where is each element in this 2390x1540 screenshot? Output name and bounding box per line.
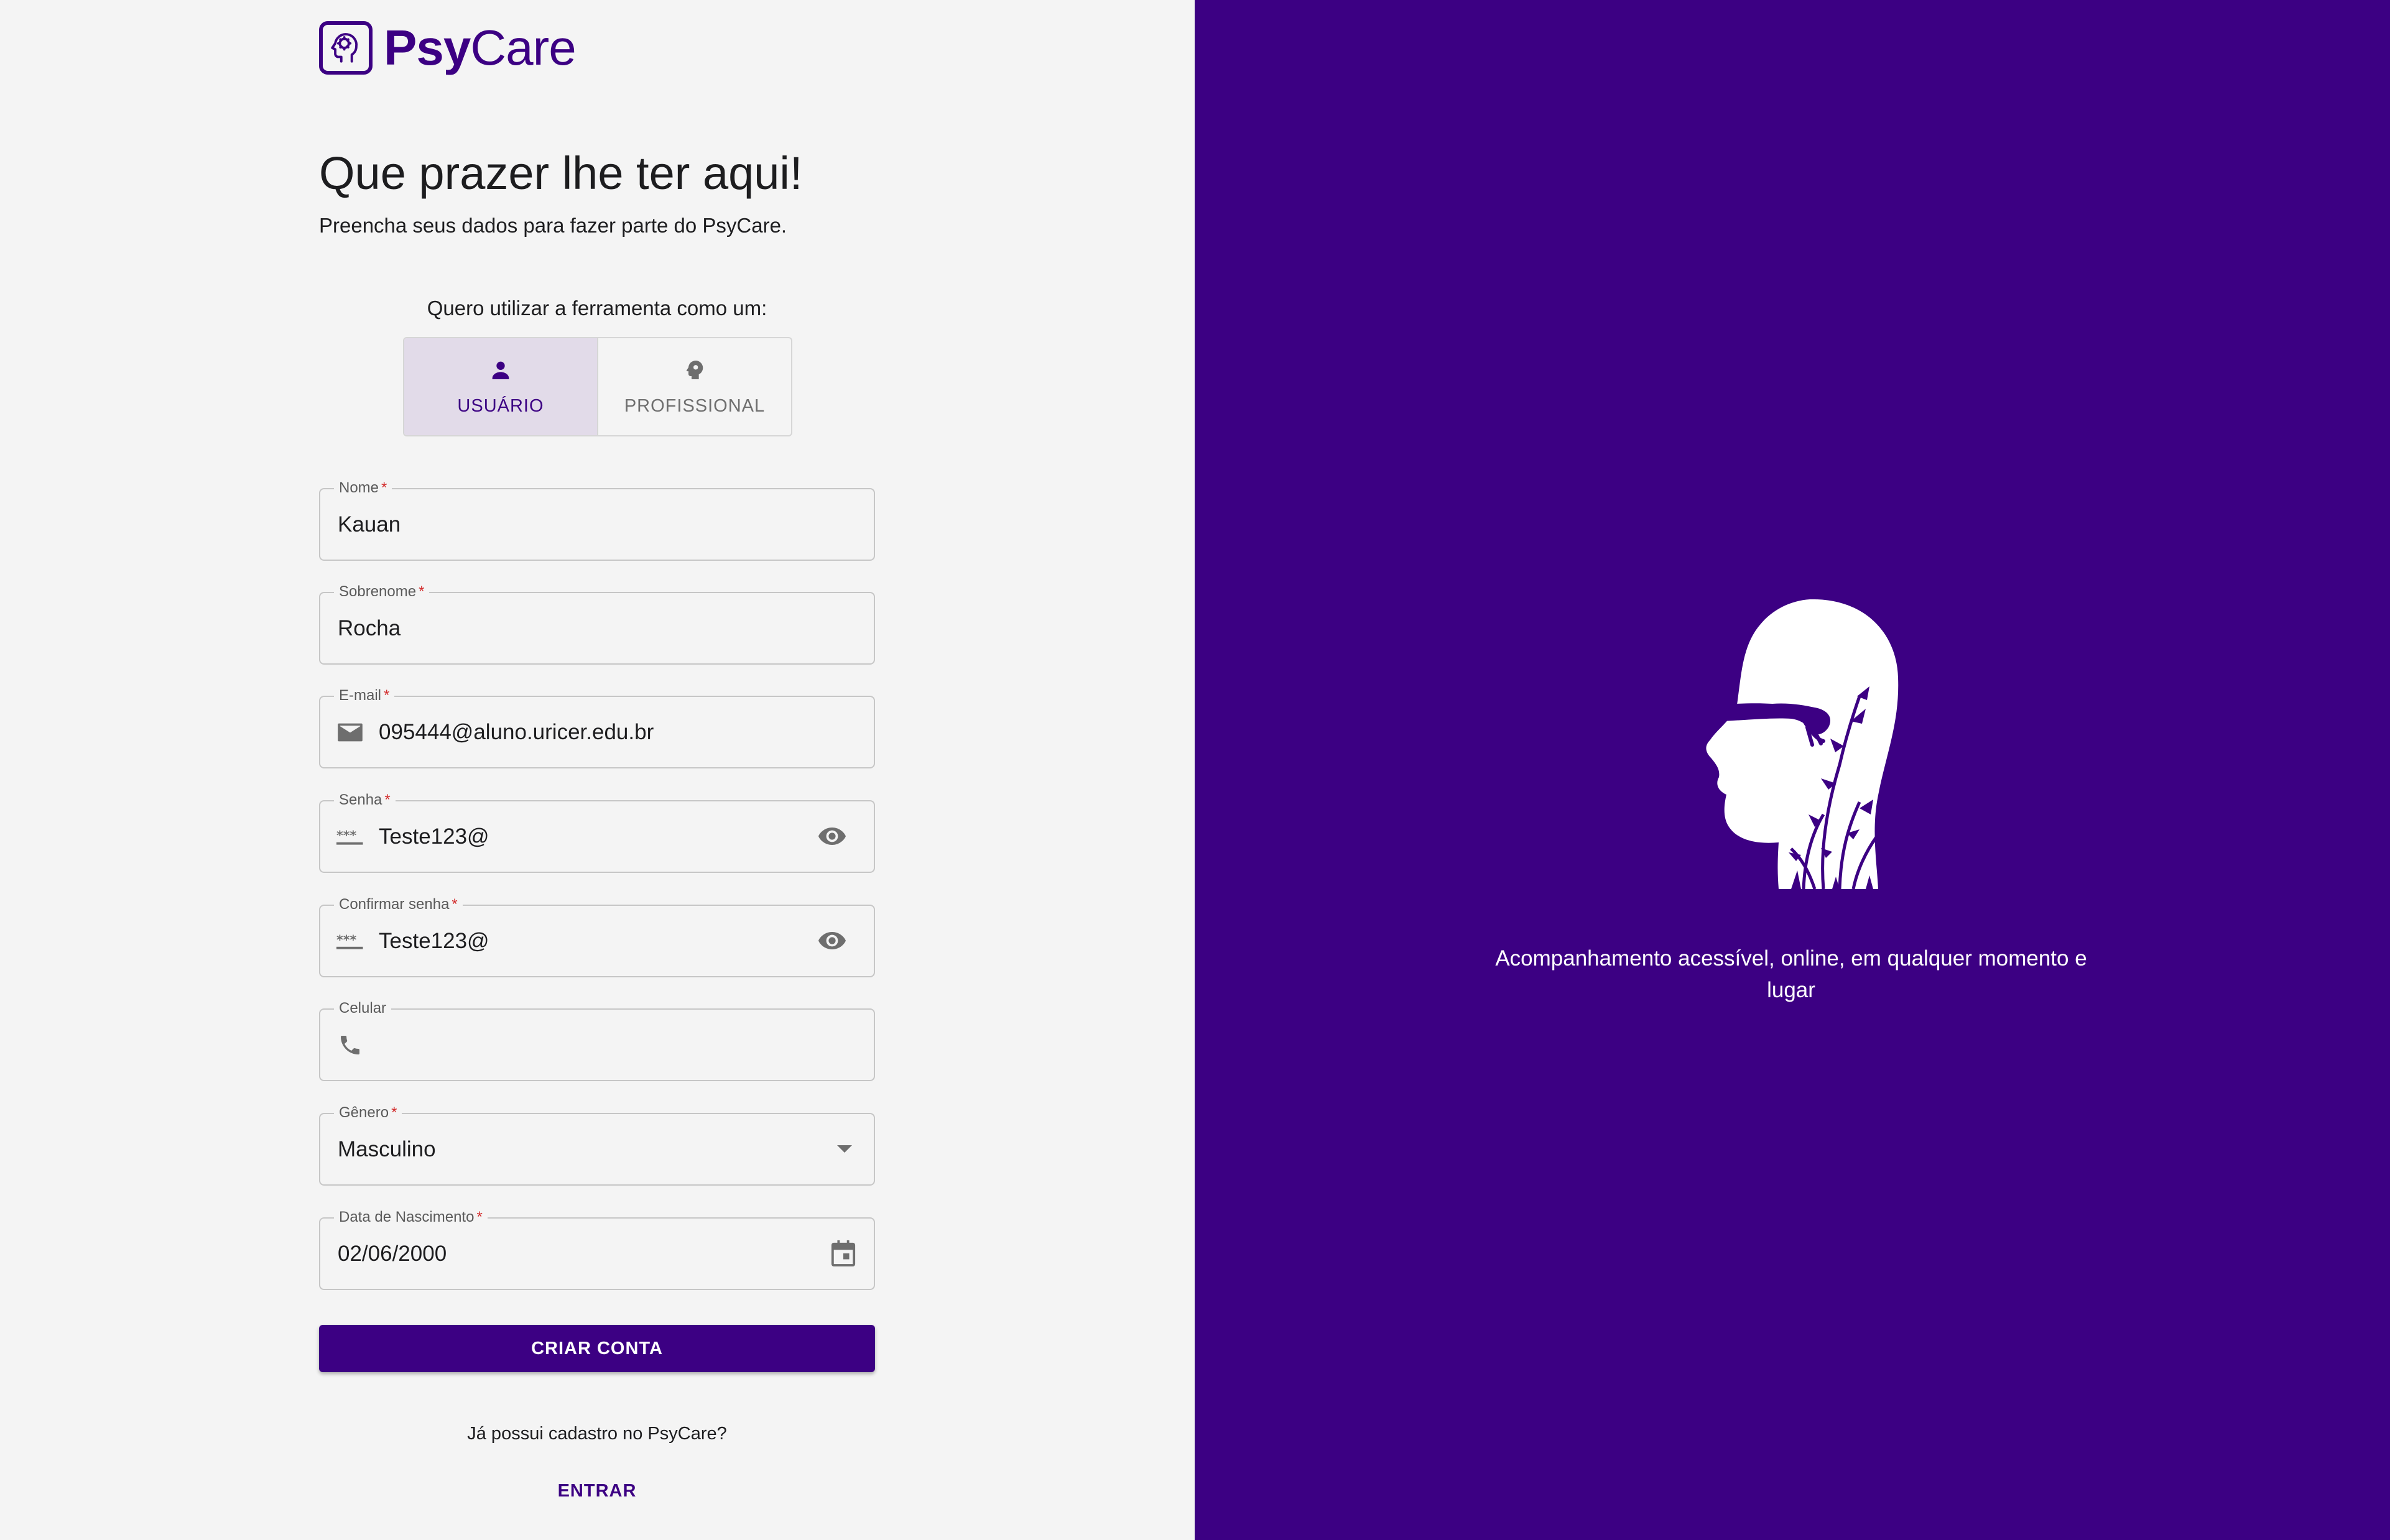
email-input[interactable]: 095444@aluno.uricer.edu.br [379,697,654,767]
last-name-field[interactable]: Sobrenome * Rocha [319,583,875,665]
password-icon: *** [336,929,364,954]
eye-icon[interactable] [817,824,848,849]
eye-icon[interactable] [817,928,848,953]
gender-select[interactable]: Gênero * Masculino [319,1104,875,1186]
last-name-input[interactable]: Rocha [338,593,401,663]
required-mark: * [476,1209,483,1225]
create-account-button[interactable]: CRIAR CONTA [319,1325,875,1372]
role-option-usuario[interactable]: USUÁRIO [404,338,598,435]
svg-text:***: *** [336,828,356,842]
confirm-password-input[interactable]: Teste123@ [379,906,489,976]
signup-panel: PsyCare Que prazer lhe ter aqui! Preench… [0,0,1195,1540]
psycare-logo: PsyCare [319,20,577,76]
person-icon [488,357,513,396]
role-option-profissional[interactable]: PROFISSIONAL [598,338,791,435]
first-name-field[interactable]: Nome * Kauan [319,479,875,561]
confirm-password-field[interactable]: Confirmar senha * *** Teste123@ [319,895,875,977]
brain-head-icon [319,21,373,75]
email-field[interactable]: E-mail * 095444@aluno.uricer.edu.br [319,686,875,768]
phone-label: Celular [334,999,392,1018]
password-input[interactable]: Teste123@ [379,801,489,872]
role-option-profissional-label: PROFISSIONAL [624,395,766,416]
psychology-icon [682,357,707,396]
calendar-icon[interactable] [828,1240,859,1266]
page-title: Que prazer lhe ter aqui! [319,147,803,199]
login-prompt-text: Já possui cadastro no PsyCare? [467,1424,727,1444]
birth-date-input[interactable]: 02/06/2000 [338,1219,447,1289]
svg-text:***: *** [336,932,356,947]
email-label-text: E-mail [339,687,382,704]
password-icon: *** [336,824,364,849]
phone-label-text: Celular [339,1000,387,1017]
role-toggle-group: USUÁRIO PROFISSIONAL [403,337,792,436]
phone-icon [336,1033,364,1058]
password-field[interactable]: Senha * *** Teste123@ [319,791,875,873]
mail-icon [336,720,364,745]
phone-field[interactable]: Celular [319,999,875,1081]
role-option-usuario-label: USUÁRIO [457,395,544,416]
birth-date-field[interactable]: Data de Nascimento * 02/06/2000 [319,1208,875,1290]
page-subtitle: Preencha seus dados para fazer parte do … [319,214,787,237]
first-name-input[interactable]: Kauan [338,489,401,560]
brand-name-bold: Psy [384,20,471,75]
brand-name: PsyCare [384,20,577,75]
password-label-text: Senha [339,791,382,808]
gender-selected-value[interactable]: Masculino [338,1114,436,1184]
role-selector-label: Quero utilizar a ferramenta como um: [427,297,767,320]
brand-name-regular: Care [470,20,576,75]
login-link[interactable]: ENTRAR [319,1481,875,1501]
head-with-plants-illustration [1679,597,1903,895]
dropdown-arrow-icon[interactable] [829,1137,860,1161]
required-mark: * [419,583,425,600]
hero-tagline: Acompanhamento acessível, online, em qua… [1495,946,2087,1002]
